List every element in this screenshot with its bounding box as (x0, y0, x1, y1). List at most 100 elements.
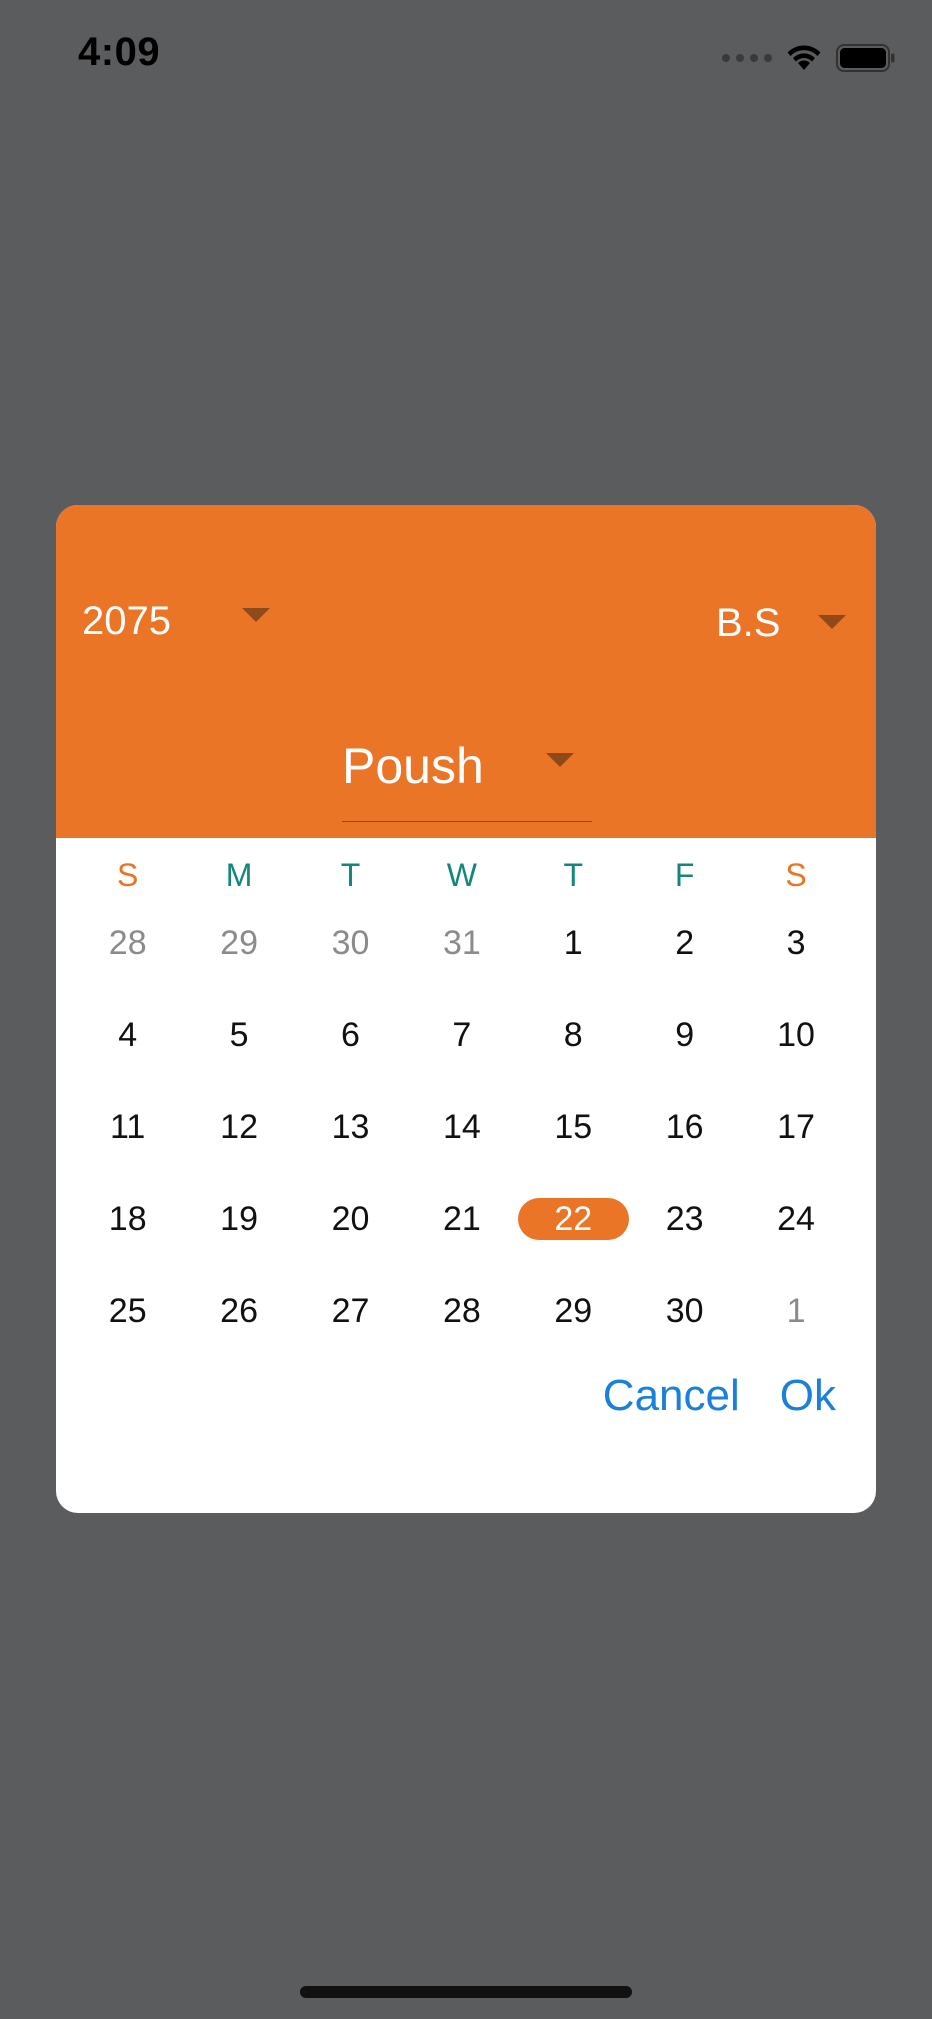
ok-button[interactable]: Ok (780, 1371, 836, 1421)
calendar-day-label: 21 (442, 1199, 481, 1238)
wifi-icon (787, 45, 821, 70)
calendar-day[interactable]: 15 (518, 1081, 629, 1173)
calendar-day[interactable]: 19 (183, 1173, 294, 1265)
weekday-label: T (340, 857, 361, 893)
weekday-label: W (446, 857, 477, 893)
calendar-day[interactable]: 23 (629, 1173, 740, 1265)
calendar-day-label: 8 (563, 1015, 583, 1054)
calendar-day-label: 1 (563, 923, 583, 962)
signal-dots-icon (722, 54, 772, 62)
calendar-day[interactable]: 1 (740, 1265, 851, 1357)
calendar-day-label: 19 (220, 1199, 258, 1238)
calendar-day-label: 4 (118, 1015, 138, 1054)
calendar-day[interactable]: 11 (72, 1081, 183, 1173)
dialog-header: 2075 B.S Poush (56, 505, 876, 838)
calendar-day[interactable]: 1 (518, 897, 629, 989)
calendar-day-label: 3 (786, 923, 806, 962)
cancel-button[interactable]: Cancel (603, 1371, 740, 1421)
calendar-day-label: 15 (554, 1107, 593, 1146)
weekday-label: T (563, 857, 584, 893)
calendar-day-label: 18 (108, 1199, 147, 1238)
year-chevron-down-icon[interactable] (242, 608, 270, 622)
calendar-day-label: 12 (220, 1107, 258, 1146)
calendar-day-label: 26 (220, 1291, 258, 1330)
calendar-day-label: 6 (341, 1015, 360, 1054)
calendar-day-label: 2 (675, 923, 695, 962)
calendar-day[interactable]: 21 (406, 1173, 517, 1265)
status-icons (722, 40, 896, 76)
calendar-day[interactable]: 13 (295, 1081, 406, 1173)
calendar-day-label: 28 (442, 1291, 481, 1330)
calendar-day-label: 14 (442, 1107, 481, 1146)
calendar-week-row: 25 26 27 28 29 30 1 (72, 1265, 852, 1357)
calendar-day-label: 31 (442, 923, 481, 962)
calendar-day[interactable]: 27 (295, 1265, 406, 1357)
calendar-day[interactable]: 16 (629, 1081, 740, 1173)
calendar-day-selected[interactable]: 22 (517, 1173, 629, 1265)
calendar-day-label: 5 (229, 1015, 249, 1054)
calendar-day-label: 30 (665, 1291, 704, 1330)
calendar-day-label: 27 (331, 1291, 370, 1330)
calendar-day[interactable]: 29 (518, 1265, 629, 1357)
calendar-day-label: 30 (331, 923, 370, 962)
calendar-day[interactable]: 28 (72, 897, 183, 989)
calendar-day-label: 7 (452, 1015, 472, 1054)
calendar-week-row: 4 5 6 7 8 9 10 (72, 989, 852, 1081)
weekday-header-row: SMTWTFS (72, 853, 852, 897)
calendar-day[interactable]: 2 (629, 897, 740, 989)
calendar-day-label: 23 (665, 1199, 704, 1238)
calendar-day-label: 22 (517, 1198, 629, 1240)
calendar-day[interactable]: 10 (740, 989, 851, 1081)
calendar-day[interactable]: 18 (72, 1173, 183, 1265)
calendar-day[interactable]: 24 (740, 1173, 851, 1265)
calendar-day[interactable]: 7 (406, 989, 517, 1081)
calendar-day[interactable]: 9 (629, 989, 740, 1081)
calendar-day[interactable]: 30 (629, 1265, 740, 1357)
weekday-label: S (785, 857, 807, 893)
calendar-day[interactable]: 20 (295, 1173, 406, 1265)
month-chevron-down-icon (546, 753, 574, 767)
calendar-day[interactable]: 25 (72, 1265, 183, 1357)
calendar-day-label: 13 (331, 1107, 370, 1146)
calendar-day[interactable]: 29 (183, 897, 294, 989)
calendar-day[interactable]: 3 (740, 897, 851, 989)
calendar-week-row: 18 19 20 21 22 23 24 (72, 1173, 852, 1265)
year-value: 2075 (82, 598, 171, 643)
calendar-day-label: 29 (554, 1291, 593, 1330)
era-chevron-down-icon (818, 615, 846, 629)
calendar-day-label: 24 (777, 1199, 815, 1238)
calendar-day-label: 29 (220, 923, 258, 962)
calendar-day[interactable]: 12 (183, 1081, 294, 1173)
calendar-day[interactable]: 28 (406, 1265, 517, 1357)
calendar-week-row: 28 29 30 31 1 2 3 (72, 897, 852, 989)
calendar-day[interactable]: 14 (406, 1081, 517, 1173)
calendar-day-label: 11 (110, 1107, 146, 1146)
calendar-day[interactable]: 6 (295, 989, 406, 1081)
dialog-actions: Cancel Ok (603, 1371, 836, 1421)
calendar-day[interactable]: 30 (295, 897, 406, 989)
calendar-day[interactable]: 8 (518, 989, 629, 1081)
calendar-day[interactable]: 4 (72, 989, 183, 1081)
calendar-day[interactable]: 5 (183, 989, 294, 1081)
home-indicator[interactable] (300, 1986, 632, 1998)
calendar-day[interactable]: 26 (183, 1265, 294, 1357)
weekday-label: S (117, 857, 139, 893)
weekday-label: F (674, 857, 695, 893)
era-value: B.S (716, 601, 781, 645)
calendar-day-label: 20 (331, 1199, 370, 1238)
calendar-day[interactable]: 17 (740, 1081, 851, 1173)
calendar-day-label: 1 (786, 1291, 806, 1330)
calendar-day-label: 10 (777, 1015, 815, 1054)
era-dropdown[interactable]: B.S (716, 591, 846, 651)
status-time: 4:09 (78, 30, 161, 74)
calendar-day[interactable]: 31 (406, 897, 517, 989)
calendar-day-label: 25 (108, 1291, 147, 1330)
month-dropdown[interactable]: Poush (342, 723, 592, 822)
calendar-day-label: 9 (675, 1015, 695, 1054)
calendar-day-label: 17 (777, 1107, 815, 1146)
weekday-label: M (225, 857, 253, 893)
calendar-day-label: 28 (108, 923, 147, 962)
calendar-day-label: 16 (665, 1107, 704, 1146)
calendar-week-row: 11 12 13 14 15 16 17 (72, 1081, 852, 1173)
month-value: Poush (342, 738, 484, 794)
